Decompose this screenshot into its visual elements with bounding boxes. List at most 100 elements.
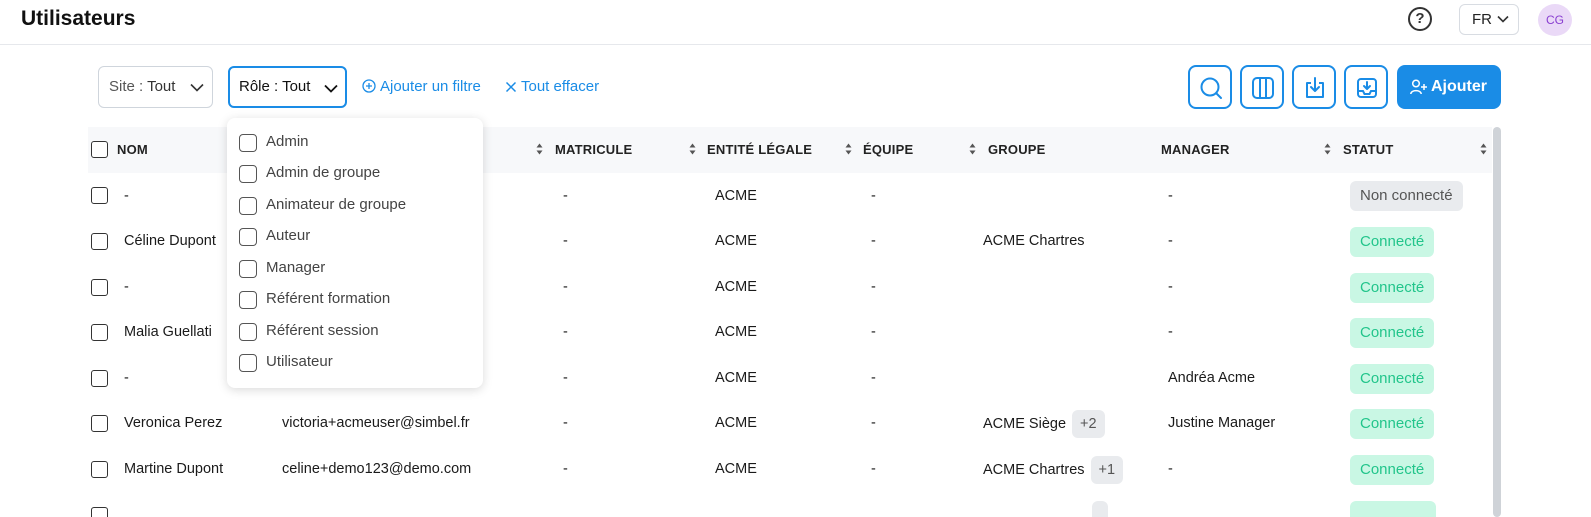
role-option-label: Admin de groupe	[266, 164, 381, 181]
role-filter-dropdown: Admin Admin de groupe Animateur de group…	[227, 118, 483, 388]
role-option-checkbox[interactable]	[239, 260, 257, 278]
chevron-down-icon	[324, 84, 338, 93]
user-team: -	[871, 279, 876, 295]
user-team: -	[871, 415, 876, 431]
import-button[interactable]	[1344, 65, 1388, 109]
download-icon	[1306, 77, 1324, 98]
sort-icon[interactable]	[1480, 143, 1487, 155]
user-legal-entity: ACME	[715, 188, 757, 204]
add-user-icon	[1410, 79, 1427, 95]
page-title: Utilisateurs	[21, 7, 136, 30]
column-header-manager[interactable]: MANAGER	[1161, 142, 1230, 157]
role-option-label: Utilisateur	[266, 353, 333, 370]
user-matricule: -	[563, 188, 568, 204]
row-checkbox[interactable]	[91, 461, 108, 478]
columns-icon	[1252, 77, 1274, 99]
columns-button[interactable]	[1240, 65, 1284, 109]
user-name: Malia Guellati	[124, 324, 212, 340]
user-manager: Justine Manager	[1168, 415, 1276, 431]
user-legal-entity: ACME	[715, 279, 757, 295]
user-team: -	[871, 188, 876, 204]
user-name: Veronica Perez	[124, 415, 223, 431]
sort-icon[interactable]	[1324, 143, 1331, 155]
clear-all-button[interactable]: Tout effacer	[505, 78, 599, 95]
status-badge: Non connecté	[1350, 181, 1463, 211]
column-header-name[interactable]: NOM	[117, 142, 148, 157]
search-button[interactable]	[1188, 65, 1232, 109]
group-name: ACME Siège	[983, 415, 1067, 432]
status-badge: Connecté	[1350, 409, 1435, 439]
export-button[interactable]	[1292, 65, 1336, 109]
table-scrollbar[interactable]	[1493, 127, 1501, 517]
select-all-checkbox[interactable]	[91, 141, 108, 158]
table-row[interactable]	[88, 492, 1492, 517]
close-icon	[505, 81, 517, 93]
user-group: ACME Chartres	[983, 233, 1085, 249]
row-checkbox[interactable]	[91, 507, 108, 517]
column-header-legal-entity[interactable]: ENTITÉ LÉGALE	[707, 142, 812, 157]
table-row[interactable]: Martine Dupont celine+demo123@demo.com -…	[88, 446, 1492, 492]
user-legal-entity: ACME	[715, 233, 757, 249]
add-user-button[interactable]: Ajouter	[1397, 65, 1501, 109]
role-option-label: Manager	[266, 259, 326, 276]
language-value: FR	[1472, 11, 1492, 28]
role-option-label: Référent formation	[266, 290, 391, 307]
row-checkbox[interactable]	[91, 324, 108, 341]
plus-circle-icon	[362, 79, 376, 93]
row-checkbox[interactable]	[91, 233, 108, 250]
row-checkbox[interactable]	[91, 370, 108, 387]
add-filter-label: Ajouter un filtre	[380, 78, 481, 95]
group-more-chip[interactable]: +1	[1090, 456, 1124, 484]
user-team: -	[871, 233, 876, 249]
user-name: -	[124, 188, 129, 204]
site-filter-select[interactable]: Site : Tout	[98, 66, 213, 108]
status-badge: Connecté	[1350, 318, 1435, 348]
user-manager: -	[1168, 188, 1173, 204]
user-manager: -	[1168, 461, 1173, 477]
user-email: celine+demo123@demo.com	[282, 461, 472, 477]
add-filter-button[interactable]: Ajouter un filtre	[362, 78, 481, 95]
user-matricule: -	[563, 461, 568, 477]
help-icon[interactable]: ?	[1408, 7, 1432, 31]
status-badge	[1350, 501, 1436, 517]
sort-icon[interactable]	[969, 143, 976, 155]
language-select[interactable]: FR	[1459, 4, 1519, 35]
user-group: ACME Siège +2	[983, 410, 1105, 438]
sort-icon[interactable]	[845, 143, 852, 155]
group-more-chip[interactable]	[1092, 501, 1108, 517]
role-option-checkbox[interactable]	[239, 291, 257, 309]
role-option-checkbox[interactable]	[239, 165, 257, 183]
table-row[interactable]: Veronica Perez victoria+acmeuser@simbel.…	[88, 400, 1492, 446]
user-matricule: -	[563, 370, 568, 386]
group-more-chip[interactable]: +2	[1072, 410, 1105, 438]
site-filter-value: Tout	[147, 78, 176, 95]
role-option-label: Auteur	[266, 227, 311, 244]
user-matricule: -	[563, 233, 568, 249]
role-option-checkbox[interactable]	[239, 354, 257, 372]
column-header-matricule[interactable]: MATRICULE	[555, 142, 632, 157]
row-checkbox[interactable]	[91, 415, 108, 432]
column-header-team[interactable]: ÉQUIPE	[863, 142, 913, 157]
avatar[interactable]: CG	[1538, 4, 1572, 36]
sort-icon[interactable]	[689, 143, 696, 155]
role-option-checkbox[interactable]	[239, 197, 257, 215]
row-checkbox[interactable]	[91, 187, 108, 204]
row-checkbox[interactable]	[91, 279, 108, 296]
role-filter-label: Rôle :	[239, 78, 279, 95]
role-option-label: Admin	[266, 133, 309, 150]
user-name: -	[124, 279, 129, 295]
role-option-checkbox[interactable]	[239, 228, 257, 246]
role-option-checkbox[interactable]	[239, 134, 257, 152]
column-header-group[interactable]: GROUPE	[988, 142, 1046, 157]
role-filter-select[interactable]: Rôle : Tout	[228, 66, 347, 108]
user-group: ACME Chartres +1	[983, 456, 1124, 484]
import-icon	[1357, 78, 1377, 98]
add-user-label: Ajouter	[1431, 78, 1487, 95]
chevron-down-icon	[190, 83, 204, 92]
chevron-down-icon	[1497, 15, 1509, 23]
sort-icon[interactable]	[536, 143, 543, 155]
user-manager: Andréa Acme	[1168, 370, 1256, 386]
role-filter-value: Tout	[282, 78, 311, 95]
role-option-checkbox[interactable]	[239, 323, 257, 341]
column-header-status[interactable]: STATUT	[1343, 142, 1394, 157]
